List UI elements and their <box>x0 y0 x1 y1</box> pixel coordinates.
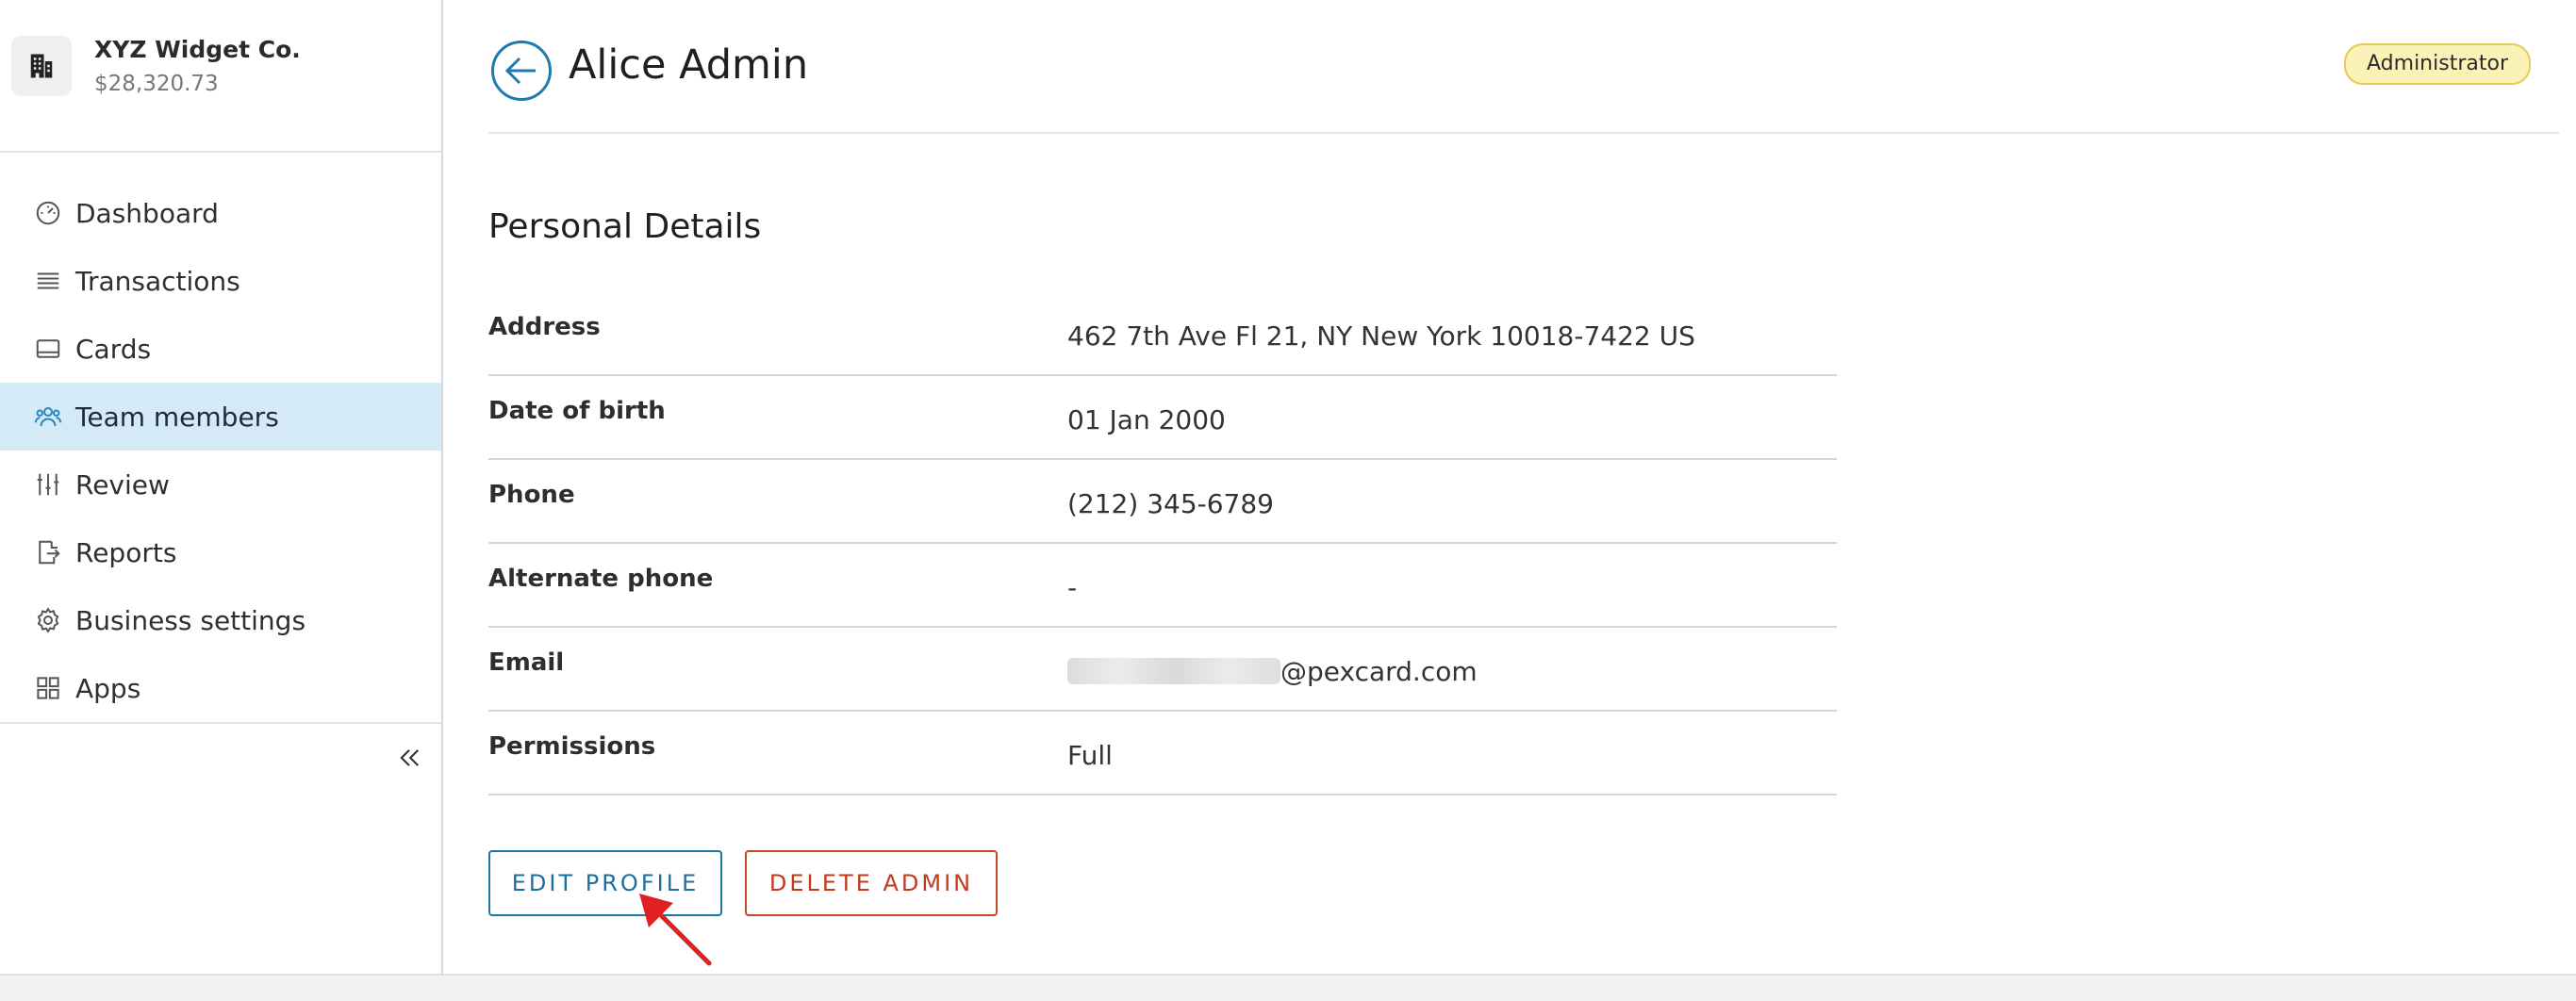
detail-row-alternate-phone: Alternate phone - <box>488 544 1837 628</box>
detail-label: Alternate phone <box>488 565 714 593</box>
sidebar-item-business-settings[interactable]: Business settings <box>0 586 441 654</box>
sidebar-item-label: Cards <box>75 333 152 365</box>
detail-row-email: Email @pexcard.com <box>488 628 1837 712</box>
detail-label: Phone <box>488 481 575 509</box>
sidebar-item-label: Business settings <box>75 604 306 636</box>
sliders-icon <box>32 468 64 500</box>
gear-icon <box>32 604 64 636</box>
sidebar-footer <box>0 722 441 790</box>
sidebar-item-label: Review <box>75 468 170 500</box>
business-balance: $28,320.73 <box>94 72 219 96</box>
email-domain: @pexcard.com <box>1280 656 1478 687</box>
sidebar-item-apps[interactable]: Apps <box>0 654 441 722</box>
detail-value: Full <box>1067 740 1113 771</box>
personal-details-table: Address 462 7th Ave Fl 21, NY New York 1… <box>488 292 1837 796</box>
sidebar-item-transactions[interactable]: Transactions <box>0 247 441 315</box>
export-icon <box>32 536 64 568</box>
list-icon <box>32 265 64 297</box>
section-title: Personal Details <box>488 207 762 246</box>
sidebar-item-reports[interactable]: Reports <box>0 518 441 586</box>
redacted-email-local-part <box>1067 658 1280 684</box>
detail-label: Date of birth <box>488 397 666 425</box>
card-icon <box>32 333 64 365</box>
business-header[interactable]: XYZ Widget Co. $28,320.73 <box>0 0 441 153</box>
team-icon <box>32 401 64 433</box>
back-arrow-icon <box>491 41 552 101</box>
bottom-scroll-area <box>0 974 2576 1001</box>
page-header: Alice Admin Administrator <box>488 0 2559 134</box>
sidebar-item-dashboard[interactable]: Dashboard <box>0 179 441 247</box>
detail-value: @pexcard.com <box>1067 656 1478 687</box>
grid-icon <box>32 672 64 704</box>
sidebar-item-label: Apps <box>75 672 141 704</box>
detail-row-phone: Phone (212) 345-6789 <box>488 460 1837 544</box>
detail-value: (212) 345-6789 <box>1067 488 1274 519</box>
detail-label: Email <box>488 648 565 677</box>
collapse-sidebar-button[interactable] <box>392 741 426 775</box>
double-chevron-left-icon <box>400 749 420 766</box>
page-title: Alice Admin <box>569 41 809 89</box>
sidebar-item-label: Reports <box>75 536 177 568</box>
back-button[interactable] <box>490 40 553 102</box>
sidebar: XYZ Widget Co. $28,320.73 Dashboard Tran… <box>0 0 443 974</box>
main-content: Alice Admin Administrator Personal Detai… <box>488 0 2563 974</box>
sidebar-item-label: Transactions <box>75 265 240 297</box>
sidebar-nav: Dashboard Transactions Cards Team member… <box>0 179 441 722</box>
sidebar-item-review[interactable]: Review <box>0 451 441 518</box>
detail-label: Permissions <box>488 732 656 761</box>
detail-value: 01 Jan 2000 <box>1067 404 1226 435</box>
sidebar-item-cards[interactable]: Cards <box>0 315 441 383</box>
detail-row-permissions: Permissions Full <box>488 712 1837 796</box>
detail-value: 462 7th Ave Fl 21, NY New York 10018-742… <box>1067 320 1695 352</box>
role-badge: Administrator <box>2344 43 2531 85</box>
detail-label: Address <box>488 313 601 341</box>
sidebar-item-team-members[interactable]: Team members <box>0 383 441 451</box>
building-icon <box>11 36 72 96</box>
speedometer-icon <box>32 197 64 229</box>
detail-row-date-of-birth: Date of birth 01 Jan 2000 <box>488 376 1837 460</box>
sidebar-item-label: Team members <box>75 401 279 433</box>
delete-admin-button[interactable]: DELETE ADMIN <box>745 850 998 916</box>
detail-row-address: Address 462 7th Ave Fl 21, NY New York 1… <box>488 292 1837 376</box>
sidebar-item-label: Dashboard <box>75 197 219 229</box>
business-name: XYZ Widget Co. <box>94 36 301 63</box>
detail-value: - <box>1067 572 1078 603</box>
edit-profile-button[interactable]: EDIT PROFILE <box>488 850 722 916</box>
